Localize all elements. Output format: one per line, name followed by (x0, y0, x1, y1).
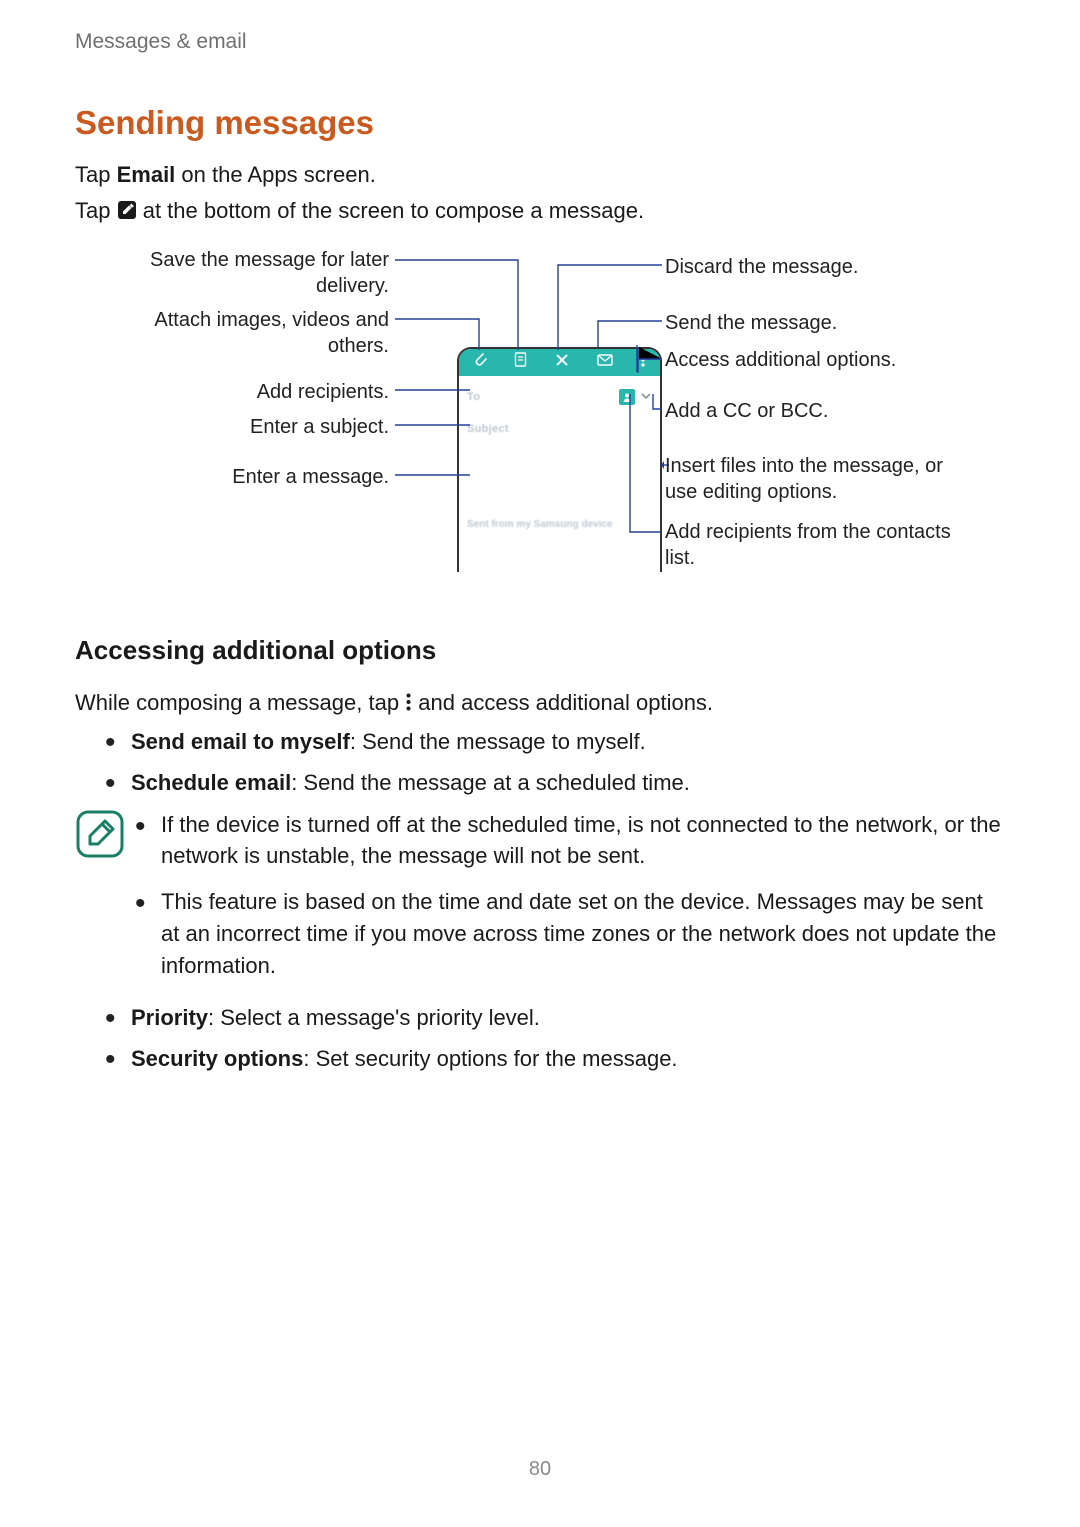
text: Tap (75, 162, 117, 187)
list-item: Priority: Select a message's priority le… (105, 1002, 1005, 1033)
callout-options: Access additional options. (665, 347, 975, 373)
options-list-2: Priority: Select a message's priority le… (75, 1002, 1005, 1074)
options-list-1: Send email to myself: Send the message t… (75, 726, 1005, 798)
note-list: If the device is turned off at the sched… (135, 809, 1005, 996)
text: at the bottom of the screen to compose a… (137, 198, 645, 223)
option-name: Priority (131, 1005, 208, 1030)
list-item: Schedule email: Send the message at a sc… (105, 767, 1005, 798)
compose-icon (117, 198, 137, 228)
callout-message: Enter a message. (129, 464, 389, 490)
text: While composing a message, tap (75, 690, 405, 715)
callout-send: Send the message. (665, 310, 975, 336)
intro-line-2: Tap at the bottom of the screen to compo… (75, 196, 1005, 228)
callout-discard: Discard the message. (665, 254, 975, 280)
option-desc: : Send the message at a scheduled time. (291, 770, 690, 795)
option-name: Security options (131, 1046, 303, 1071)
text: and access additional options. (412, 690, 713, 715)
callout-save: Save the message for later delivery. (129, 247, 389, 299)
email-app-name: Email (117, 162, 176, 187)
callout-recipients: Add recipients. (129, 379, 389, 405)
intro-line-1: Tap Email on the Apps screen. (75, 160, 1005, 190)
option-desc: : Select a message's priority level. (208, 1005, 540, 1030)
note-block: If the device is turned off at the sched… (75, 809, 1005, 996)
option-name: Schedule email (131, 770, 291, 795)
list-item: Security options: Set security options f… (105, 1043, 1005, 1074)
option-desc: : Set security options for the message. (303, 1046, 677, 1071)
callout-ccbcc: Add a CC or BCC. (665, 398, 975, 424)
text: on the Apps screen. (175, 162, 376, 187)
page-title: Sending messages (75, 104, 1005, 142)
compose-diagram: To Subject Sent from my Samsung device (125, 247, 995, 587)
page-number: 80 (0, 1458, 1080, 1481)
callout-insert: Insert files into the message, or use ed… (665, 453, 975, 505)
list-item: This feature is based on the time and da… (135, 886, 1005, 982)
breadcrumb: Messages & email (75, 30, 1005, 54)
text: Tap (75, 198, 117, 223)
callout-attach: Attach images, videos and others. (129, 307, 389, 359)
list-item: Send email to myself: Send the message t… (105, 726, 1005, 757)
options-intro: While composing a message, tap and acces… (75, 688, 1005, 720)
callout-contacts: Add recipients from the contacts list. (665, 519, 975, 571)
option-desc: : Send the message to myself. (350, 729, 646, 754)
note-icon (75, 809, 135, 996)
list-item: If the device is turned off at the sched… (135, 809, 1005, 873)
callout-subject: Enter a subject. (129, 414, 389, 440)
section-heading: Accessing additional options (75, 635, 1005, 666)
option-name: Send email to myself (131, 729, 350, 754)
